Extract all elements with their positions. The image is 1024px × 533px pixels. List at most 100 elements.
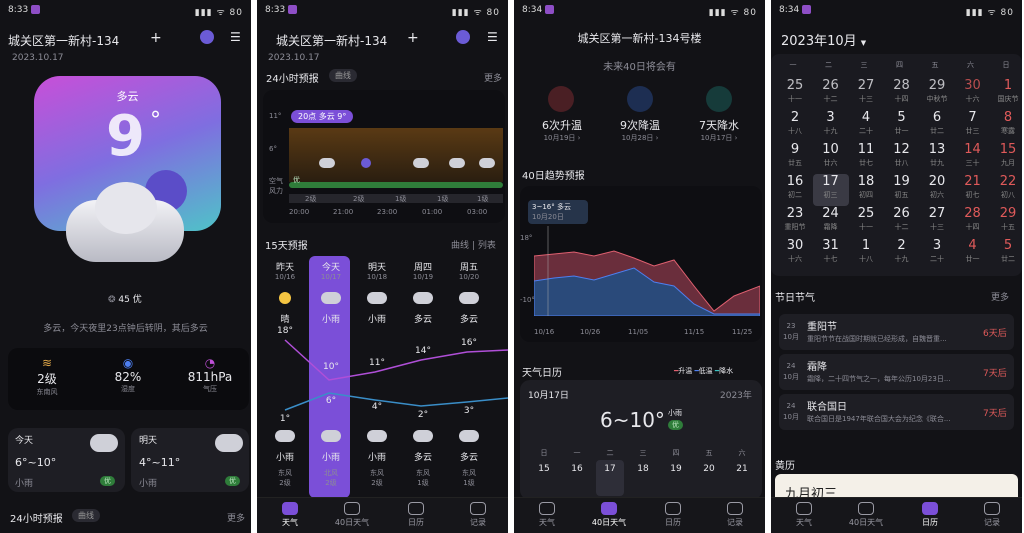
add-city-icon[interactable]: +	[150, 30, 162, 46]
calendar-day-cell[interactable]: 2 十八	[777, 110, 813, 142]
menu-icon[interactable]: ☰	[487, 30, 498, 44]
tab-records[interactable]: 记录	[710, 502, 760, 528]
stat-rise[interactable]: 6次升温 10月19日 ›	[532, 117, 592, 143]
tab-weather[interactable]: 天气	[265, 502, 315, 528]
week-day-cell[interactable]: 15	[530, 460, 558, 496]
calendar-day-cell[interactable]: 26 十二	[884, 206, 920, 238]
calendar-day-cell[interactable]: 2 十九	[884, 238, 920, 270]
calendar-day-cell[interactable]: 17 初三	[812, 174, 849, 206]
theme-moon-icon[interactable]	[456, 30, 470, 44]
40day-tab-icon	[601, 502, 617, 515]
tab-40day[interactable]: 40日天气	[327, 502, 377, 528]
stat-rain[interactable]: 7天降水 10月17日 ›	[689, 117, 749, 143]
calendar-day-cell[interactable]: 3 十九	[813, 110, 849, 142]
calendar-day-number: 2	[790, 110, 800, 125]
tab-calendar[interactable]: 日历	[391, 502, 441, 528]
calendar-day-cell[interactable]: 18 初四	[848, 174, 884, 206]
calendar-day-cell[interactable]: 31 十七	[813, 238, 849, 270]
calendar-day-cell[interactable]: 9 廿五	[777, 142, 813, 174]
calendar-day-cell[interactable]: 20 初六	[919, 174, 955, 206]
calendar-day-cell[interactable]: 3 二十	[919, 238, 955, 270]
calendar-day-cell[interactable]: 28 十四	[884, 78, 920, 110]
d15-list-option[interactable]: 列表	[478, 241, 496, 251]
calendar-day-cell[interactable]: 26 十二	[813, 78, 849, 110]
calendar-day-cell[interactable]: 23 重阳节	[777, 206, 813, 238]
calendar-day-cell[interactable]: 25 十一	[777, 78, 813, 110]
tomorrow-card[interactable]: 明天 4°~11° 小雨 优	[131, 428, 249, 492]
calendar-day-cell[interactable]: 14 三十	[955, 142, 991, 174]
lunar-label: 廿一	[894, 127, 909, 135]
add-city-icon[interactable]: +	[407, 30, 419, 46]
forecast-curve-toggle[interactable]: 曲线	[72, 509, 100, 522]
calendar-day-cell[interactable]: 28 十四	[955, 206, 991, 238]
week-day-cell[interactable]: 21	[728, 460, 756, 496]
forecast-more-link[interactable]: 更多	[227, 511, 245, 524]
calendar-day-cell[interactable]: 4 二十	[848, 110, 884, 142]
legend-low: 低温	[698, 367, 713, 375]
lunar-label: 廿五	[788, 159, 802, 167]
location-title[interactable]: 城关区第一新村-134	[8, 32, 119, 49]
festival-row[interactable]: 24 10月 联合国日 联合国日是1947年联合国大会为纪念《联合... 7天后	[779, 394, 1014, 430]
tab-records[interactable]: 记录	[453, 502, 503, 528]
h24-more-link[interactable]: 更多	[484, 71, 502, 84]
calendar-day-cell[interactable]: 5 廿二	[990, 238, 1022, 270]
calendar-day-cell[interactable]: 4 廿一	[955, 238, 991, 270]
tomorrow-range: 4°~11°	[139, 456, 181, 469]
festival-more-link[interactable]: 更多	[991, 290, 1009, 303]
today-card[interactable]: 今天 6°~10° 小雨 优	[8, 428, 125, 492]
calendar-day-cell[interactable]: 11 廿七	[848, 142, 884, 174]
tab-40day[interactable]: 40日天气	[841, 502, 891, 528]
calendar-day-cell[interactable]: 22 初八	[990, 174, 1022, 206]
calendar-day-cell[interactable]: 10 廿六	[813, 142, 849, 174]
stat-drop[interactable]: 9次降温 10月28日 ›	[610, 117, 670, 143]
calendar-day-cell[interactable]: 29 十五	[990, 206, 1022, 238]
h24-curve-toggle[interactable]: 曲线	[329, 69, 357, 82]
calendar-day-cell[interactable]: 30 十六	[777, 238, 813, 270]
calendar-day-cell[interactable]: 1 国庆节	[990, 78, 1022, 110]
calendar-day-cell[interactable]: 5 廿一	[884, 110, 920, 142]
calendar-day-cell[interactable]: 8 寒露	[990, 110, 1022, 142]
menu-icon[interactable]: ☰	[230, 30, 241, 44]
calendar-day-cell[interactable]: 19 初五	[884, 174, 920, 206]
week-day-cell[interactable]: 19	[662, 460, 690, 496]
calendar-day-cell[interactable]: 16 初二	[777, 174, 813, 206]
tab-weather[interactable]: 天气	[779, 502, 829, 528]
calendar-day-number: 27	[857, 78, 875, 93]
weather-home-screen: 8:33 ▮▮▮ ᯤ 80 城关区第一新村-134 + ☰ 2023.10.17…	[0, 0, 251, 533]
rain-cloud-icon	[90, 434, 118, 452]
aqi-indicator[interactable]: ❂ 45 优	[108, 292, 142, 305]
calendar-tab-icon	[408, 502, 424, 515]
month-selector[interactable]: 2023年10月 ▼	[781, 30, 866, 49]
week-day-cell[interactable]: 18	[629, 460, 657, 496]
calendar-day-cell[interactable]: 13 廿九	[919, 142, 955, 174]
calendar-day-cell[interactable]: 27 十三	[848, 78, 884, 110]
week-day-cell[interactable]: 16	[563, 460, 591, 496]
calendar-day-cell[interactable]: 7 廿三	[955, 110, 991, 142]
week-day-cell[interactable]: 20	[695, 460, 723, 496]
calendar-day-cell[interactable]: 6 廿二	[919, 110, 955, 142]
location-title[interactable]: 城关区第一新村-134	[276, 32, 387, 49]
tab-40day[interactable]: 40日天气	[584, 502, 634, 528]
calendar-day-cell[interactable]: 12 廿八	[884, 142, 920, 174]
calendar-cond: 小雨	[668, 409, 682, 417]
location-title[interactable]: 城关区第一新村-134号楼	[514, 30, 765, 46]
status-time: 8:33	[265, 5, 286, 15]
calendar-day-cell[interactable]: 30 十六	[955, 78, 991, 110]
d15-curve-option[interactable]: 曲线	[451, 241, 469, 251]
tab-records[interactable]: 记录	[967, 502, 1017, 528]
calendar-day-cell[interactable]: 29 中秋节	[919, 78, 955, 110]
festival-row[interactable]: 24 10月 霜降 霜降，二十四节气之一，每年公历10月23日... 7天后	[779, 354, 1014, 390]
theme-moon-icon[interactable]	[200, 30, 214, 44]
tab-calendar[interactable]: 日历	[648, 502, 698, 528]
d15-view-toggle[interactable]: 曲线 | 列表	[451, 238, 496, 251]
festival-row[interactable]: 23 10月 重阳节 重阳节节在战国时期就已经形成，自魏晋重... 6天后	[779, 314, 1014, 350]
calendar-day-cell[interactable]: 1 十八	[848, 238, 884, 270]
calendar-day-cell[interactable]: 21 初七	[955, 174, 991, 206]
calendar-day-cell[interactable]: 25 十一	[848, 206, 884, 238]
week-day-cell[interactable]: 17	[596, 460, 624, 496]
calendar-day-cell[interactable]: 24 霜降	[813, 206, 849, 238]
tab-weather[interactable]: 天气	[522, 502, 572, 528]
calendar-day-cell[interactable]: 27 十三	[919, 206, 955, 238]
tab-calendar[interactable]: 日历	[905, 502, 955, 528]
calendar-day-cell[interactable]: 15 九月	[990, 142, 1022, 174]
